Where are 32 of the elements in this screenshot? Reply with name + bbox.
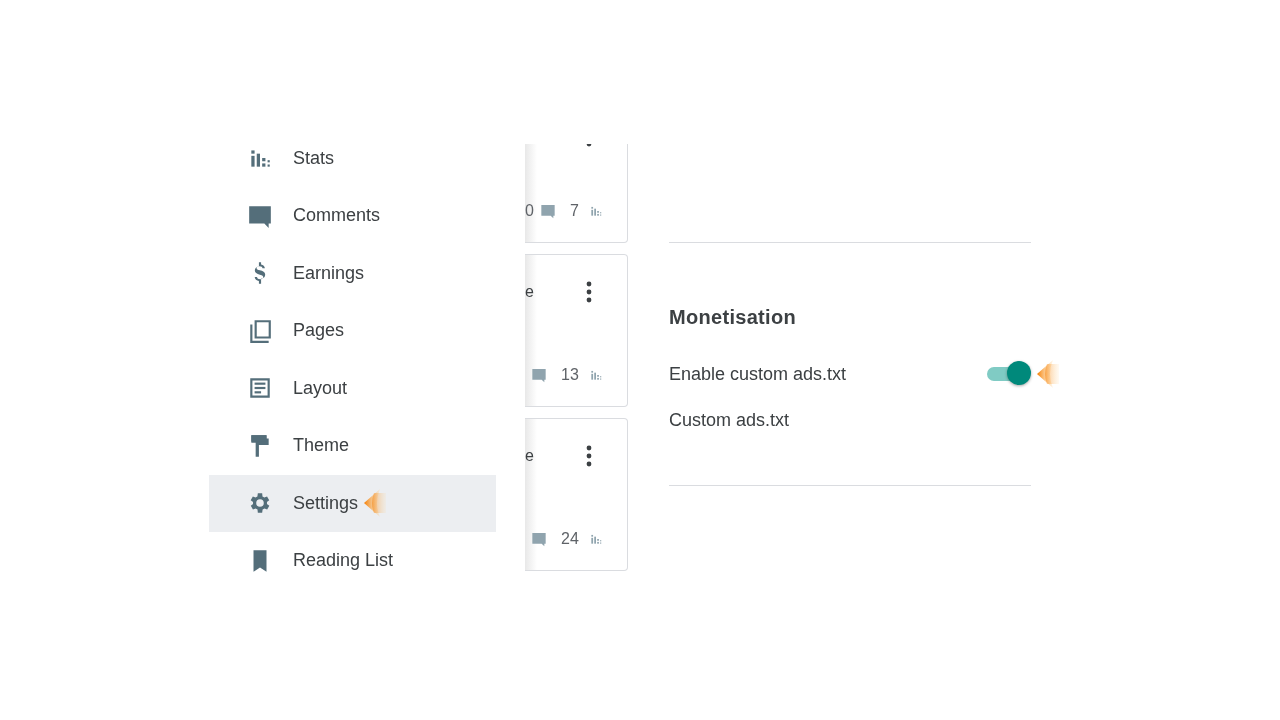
- comment-count: 0: [525, 202, 534, 220]
- toggle-switch[interactable]: [987, 361, 1031, 387]
- comment-icon: [531, 531, 547, 547]
- nav-item[interactable]: Theme: [209, 417, 496, 475]
- post-card[interactable]: e 24: [525, 418, 628, 571]
- stats-icon: [588, 368, 603, 382]
- nav-item[interactable]: Settings: [209, 474, 496, 532]
- post-title: e: [525, 283, 534, 301]
- setting-link[interactable]: Custom ads.txt: [669, 409, 790, 431]
- nav-item[interactable]: Comments: [209, 187, 496, 245]
- stats-icon: [588, 532, 603, 546]
- section-heading: Monetisation: [669, 305, 797, 329]
- comment-icon: [539, 203, 556, 219]
- nav-item[interactable]: Stats: [209, 144, 496, 187]
- nav-item[interactable]: Reading List: [209, 532, 496, 576]
- post-title: e: [525, 447, 534, 465]
- more-icon[interactable]: [586, 281, 592, 303]
- stats-icon: [588, 204, 603, 218]
- view-count: 7: [569, 202, 579, 220]
- more-icon[interactable]: [586, 445, 592, 467]
- pointer-icon: [1037, 359, 1059, 389]
- view-count: 24: [561, 530, 579, 548]
- pointer-icon: [364, 488, 387, 519]
- post-card[interactable]: e 13: [525, 254, 628, 407]
- post-card[interactable]: 0 7: [525, 144, 628, 243]
- nav-item[interactable]: Earnings: [209, 244, 496, 302]
- setting-label: Enable custom ads.txt: [669, 363, 847, 385]
- comment-icon: [531, 367, 547, 383]
- nav-item[interactable]: Layout: [209, 359, 496, 417]
- pages-icon: [247, 317, 273, 344]
- view-count: 13: [561, 366, 579, 384]
- nav-item[interactable]: Pages: [209, 302, 496, 360]
